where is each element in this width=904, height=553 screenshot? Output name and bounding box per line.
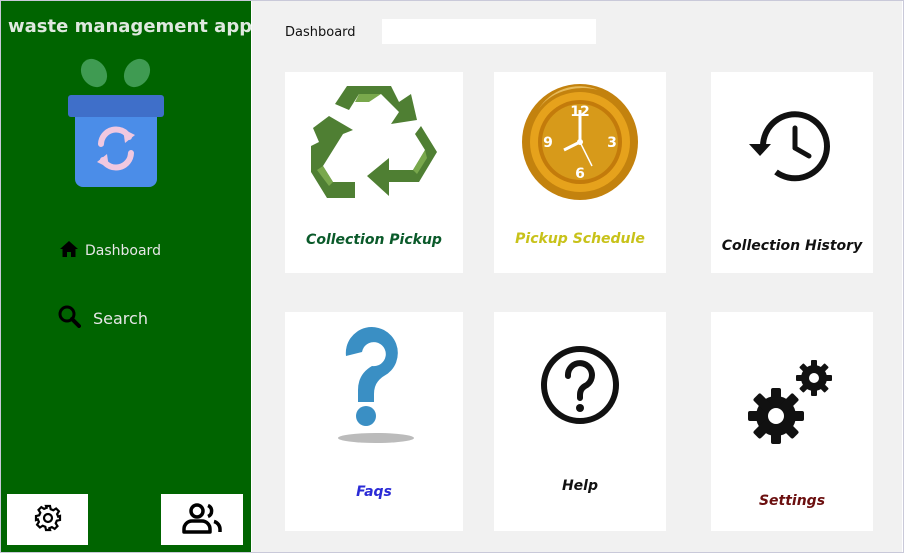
main-content: Dashboard Collection Pickup 3 6 9 Pickup…: [252, 1, 902, 552]
card-label: Collection History: [721, 238, 863, 254]
search-icon: [57, 304, 93, 332]
card-label: Pickup Schedule: [515, 231, 645, 247]
card-label: Help: [561, 478, 599, 494]
history-icon: [711, 108, 873, 184]
home-icon: [59, 240, 85, 262]
svg-text:3: 3: [607, 135, 617, 151]
pickup-schedule-card[interactable]: 12 3 6 9 Pickup Schedule: [494, 72, 666, 273]
users-icon: [181, 502, 223, 538]
svg-text:6: 6: [575, 166, 585, 182]
card-label: Settings: [758, 493, 826, 509]
settings-card[interactable]: Settings: [711, 312, 873, 531]
card-label: Collection Pickup: [306, 232, 442, 248]
settings-button[interactable]: [7, 494, 88, 545]
alarm-clock-icon: 12 3 6 9: [494, 80, 666, 204]
sidebar-item-dashboard[interactable]: Dashboard: [59, 240, 161, 262]
page-title: Dashboard: [285, 25, 356, 40]
card-label: Faqs: [356, 484, 392, 500]
sidebar-item-label: Search: [93, 308, 148, 328]
recycle-bin-logo: [65, 57, 167, 192]
question-mark-icon: [285, 326, 463, 446]
help-circle-icon: [494, 344, 666, 426]
sidebar: waste management app Dashboard Search: [1, 1, 253, 552]
users-button[interactable]: [161, 494, 243, 545]
sidebar-item-label: Dashboard: [85, 243, 161, 259]
app-title: waste management app: [8, 16, 253, 37]
gear-icon: [34, 504, 62, 536]
collection-pickup-card[interactable]: Collection Pickup: [285, 72, 463, 273]
svg-text:9: 9: [543, 135, 553, 151]
collection-history-card[interactable]: Collection History: [711, 72, 873, 273]
help-card[interactable]: Help: [494, 312, 666, 531]
sidebar-item-search[interactable]: Search: [57, 304, 148, 332]
search-input[interactable]: [382, 19, 596, 44]
recycle-icon: [285, 80, 463, 204]
gears-icon: [711, 358, 873, 444]
faqs-card[interactable]: Faqs: [285, 312, 463, 531]
